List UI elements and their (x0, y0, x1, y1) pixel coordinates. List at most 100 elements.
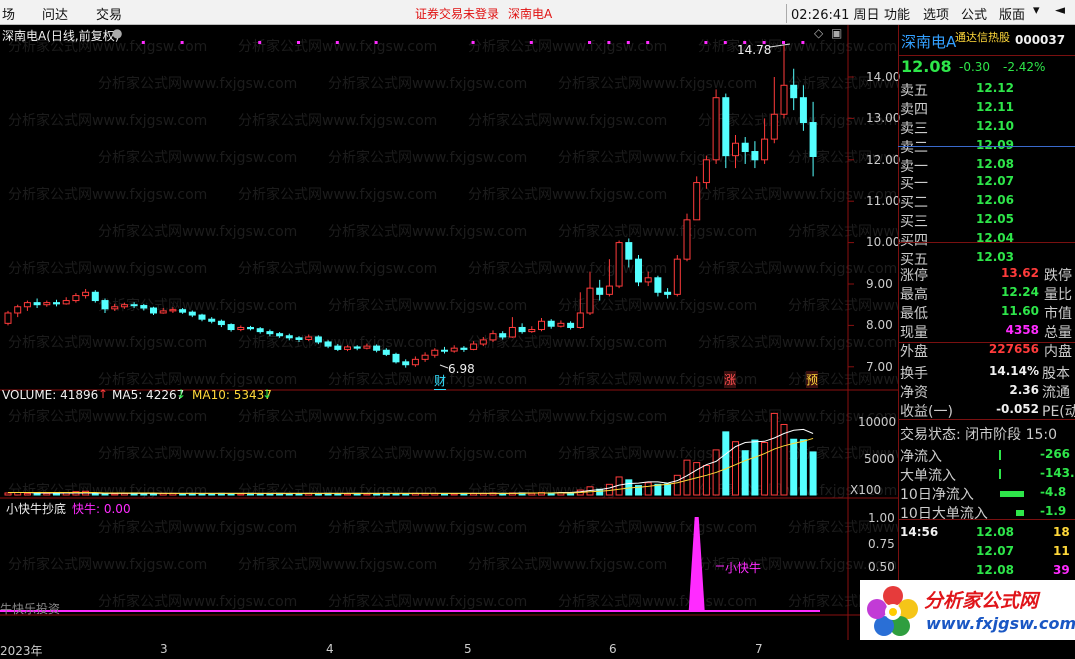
watermark-text: 分析家公式网www.fxjgsw.com (698, 260, 897, 277)
volume-bar (770, 412, 778, 496)
watermark-text: 分析家公式网www.fxjgsw.com (328, 519, 527, 536)
candle-body (4, 312, 12, 324)
candle-body (256, 328, 264, 333)
dropdown-icon[interactable]: ▾ (1033, 3, 1040, 18)
chart-area[interactable]: 分析家公式网www.fxjgsw.com 分析家公式网www.fxjgsw.com… (0, 25, 901, 658)
candle-body (353, 346, 361, 349)
chart-title: 深南电A(日线,前复权) (2, 29, 120, 43)
ask-price: 12.10 (976, 119, 1014, 133)
candle-body (547, 320, 555, 327)
diamond-icon[interactable]: ◇ (814, 26, 823, 40)
tick-row: 14:56 12.08 18 (898, 524, 1075, 543)
menu-item-trade[interactable]: 交易 (96, 4, 122, 23)
window-toggle-icon[interactable]: ▣ (831, 26, 842, 40)
stat-value: 2.36 (1009, 383, 1039, 397)
ask-price: 12.09 (976, 138, 1014, 152)
stat-label: 换手 (900, 366, 928, 382)
marker-cai[interactable]: 财 (434, 372, 447, 390)
divider (898, 242, 1075, 243)
marker-zhang[interactable]: 涨 (724, 371, 737, 388)
price-tick: 11.00 (866, 194, 901, 208)
divider (898, 146, 1075, 147)
stat-right-label: 股本 (1042, 366, 1070, 382)
stat-value: 11.60 (1001, 304, 1039, 318)
menu-item-options[interactable]: 选项 (923, 4, 949, 23)
candle-body (140, 305, 148, 309)
indicator-tick: 1.00 (868, 511, 895, 525)
hot-stock-tag[interactable]: 通达信热股 (955, 29, 1010, 45)
volume-bar (761, 442, 769, 496)
candle-body (334, 345, 342, 350)
bid-row[interactable]: 买二 12.06 (898, 192, 1075, 211)
menu-item-formula[interactable]: 公式 (961, 4, 987, 23)
bid-row[interactable]: 买一 12.07 (898, 173, 1075, 192)
flow-row: 大单流入 -143. (898, 465, 1075, 484)
ma5-down-arrow: ↓ (176, 387, 187, 401)
volume-bar (751, 439, 759, 496)
date-tick: 4 (326, 642, 334, 656)
watermark-text: 分析家公式网www.fxjgsw.com (558, 75, 757, 92)
tick-price: 12.07 (976, 544, 1014, 558)
flow-value: -4.8 (1040, 485, 1067, 499)
stat-row: 现量 4358 总量 (898, 322, 1075, 341)
volume-unit: X100 (850, 483, 882, 497)
candle-body (227, 324, 235, 331)
bid-row[interactable]: 买三 12.05 (898, 211, 1075, 230)
candle-body (266, 331, 274, 335)
ask-row[interactable]: 卖四 12.11 (898, 99, 1075, 118)
quote-stock-code: 000037 (1015, 33, 1066, 47)
candle-body (101, 300, 109, 310)
tick-volume: 18 (1053, 525, 1070, 539)
flow-bar (999, 469, 1001, 479)
watermark-text: 分析家公式网www.fxjgsw.com (98, 593, 297, 610)
candle-body (411, 358, 419, 366)
candle-body (528, 329, 536, 333)
watermark-text: 分析家公式网www.fxjgsw.com (328, 297, 527, 314)
tick-volume: 11 (1053, 544, 1070, 558)
candle-body (625, 242, 633, 260)
flower-icon (867, 586, 918, 636)
candle-body (72, 295, 80, 302)
candle-body (111, 306, 119, 310)
watermark-text: 分析家公式网www.fxjgsw.com (698, 334, 897, 351)
chart-menu-icon[interactable]: ● (112, 26, 122, 40)
marker-yu[interactable]: 预 (806, 371, 819, 388)
menu-item-market[interactable]: 场 (2, 4, 15, 23)
volume-bar (256, 493, 264, 496)
price-tick: 9.00 (866, 277, 893, 291)
back-icon[interactable]: ◄ (1055, 3, 1065, 18)
logo-title: 分析家公式网 (924, 590, 1039, 612)
ask-row[interactable]: 卖三 12.10 (898, 118, 1075, 137)
price-tick: 8.00 (866, 318, 893, 332)
watermark-text: 分析家公式网www.fxjgsw.com (98, 149, 297, 166)
signal-dot (141, 41, 145, 44)
indicator-tick: 0.50 (868, 560, 895, 574)
kline-chart[interactable]: 分析家公式网www.fxjgsw.com 分析家公式网www.fxjgsw.com… (0, 25, 898, 640)
candle-body (91, 291, 99, 302)
volume-bar (101, 493, 109, 496)
bid-row[interactable]: 买四 12.04 (898, 230, 1075, 249)
watermark-text: 分析家公式网www.fxjgsw.com (328, 593, 527, 610)
volume-bar (237, 493, 245, 496)
volume-bar (402, 493, 410, 496)
stat-value: 12.24 (1001, 285, 1039, 299)
divider (898, 342, 1075, 343)
candle-body (761, 138, 769, 161)
menu-item-function[interactable]: 功能 (884, 4, 910, 23)
date-tick: 5 (464, 642, 472, 656)
ask-row[interactable]: 卖五 12.12 (898, 80, 1075, 99)
menu-item-layout[interactable]: 版面 (999, 4, 1025, 23)
volume-label: VOLUME: 41896 (2, 388, 99, 402)
candle-body (702, 159, 710, 184)
candle-body (635, 258, 642, 283)
volume-bar (285, 493, 293, 496)
candle-body (14, 306, 22, 314)
stat-row: 收益(一) -0.052PE(动) (898, 401, 1075, 420)
site-logo: 分析家公式网 www.fxjgsw.com (860, 580, 1075, 640)
volume-bar (23, 492, 31, 496)
signal-dot (258, 41, 262, 44)
watermark-text: 分析家公式网www.fxjgsw.com (328, 371, 527, 388)
volume-bar (441, 493, 448, 496)
menu-item-wenda[interactable]: 问达 (42, 4, 68, 23)
volume-bar (664, 483, 672, 496)
